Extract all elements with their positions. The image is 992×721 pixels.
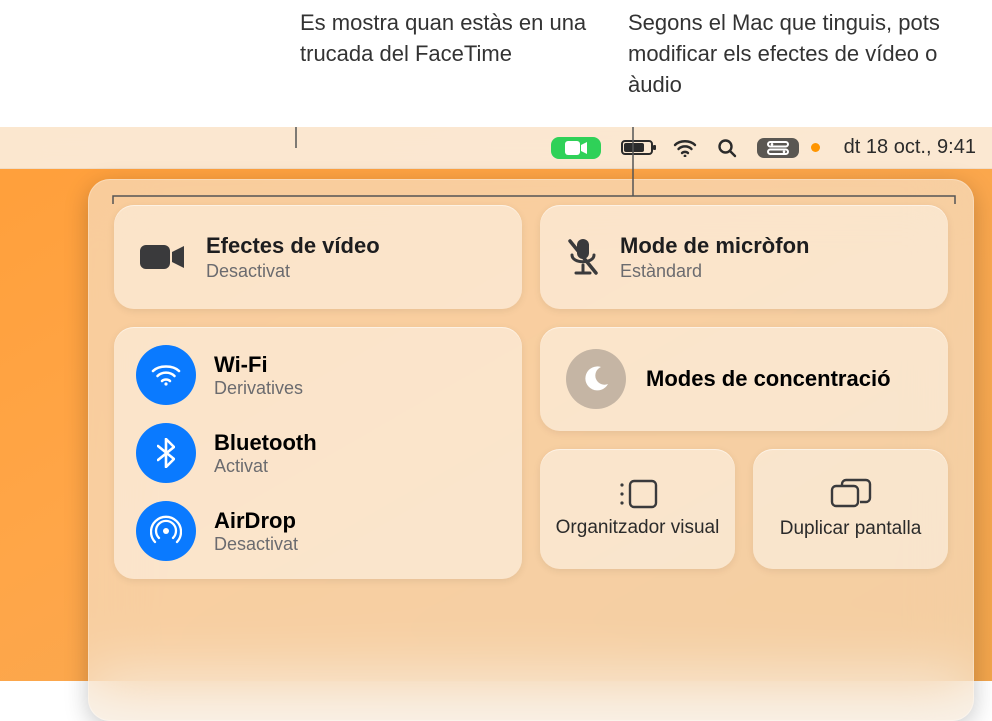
bluetooth-icon [136, 423, 196, 483]
battery-icon [621, 140, 653, 155]
video-effects-title: Efectes de vídeo [206, 233, 380, 259]
screen-mirroring-icon [830, 478, 872, 510]
bluetooth-row[interactable]: Bluetooth Activat [136, 423, 500, 483]
mic-muted-icon [566, 237, 600, 277]
screen-mirroring-tile[interactable]: Duplicar pantalla [753, 449, 948, 569]
wifi-icon [673, 139, 697, 157]
airdrop-status: Desactivat [214, 534, 298, 555]
battery-menubar-item[interactable] [621, 127, 653, 168]
video-camera-icon [140, 242, 186, 272]
control-center-panel: Efectes de vídeo Desactivat Mode de micr… [88, 179, 974, 721]
focus-tile[interactable]: Modes de concentració [540, 327, 948, 431]
mic-mode-status: Estàndard [620, 261, 809, 282]
focus-title: Modes de concentració [646, 366, 891, 392]
facetime-menubar-item[interactable] [551, 127, 601, 168]
wifi-status: Derivatives [214, 378, 303, 399]
airdrop-row[interactable]: AirDrop Desactivat [136, 501, 500, 561]
wifi-icon [136, 345, 196, 405]
wifi-title: Wi-Fi [214, 352, 303, 378]
privacy-indicator-dot [811, 143, 820, 152]
bluetooth-title: Bluetooth [214, 430, 317, 456]
video-effects-tile[interactable]: Efectes de vídeo Desactivat [114, 205, 522, 309]
video-camera-icon [565, 141, 587, 155]
video-effects-status: Desactivat [206, 261, 380, 282]
callout-facetime: Es mostra quan estàs en una trucada del … [300, 8, 630, 70]
search-icon [717, 138, 737, 158]
control-center-icon [767, 141, 789, 155]
wifi-menubar-item[interactable] [673, 127, 697, 168]
menubar-clock[interactable]: dt 18 oct., 9:41 [844, 127, 976, 168]
airdrop-title: AirDrop [214, 508, 298, 534]
callout-effects: Segons el Mac que tinguis, pots modifica… [628, 8, 988, 100]
mic-mode-title: Mode de micròfon [620, 233, 809, 259]
spotlight-menubar-item[interactable] [717, 127, 737, 168]
airdrop-icon [136, 501, 196, 561]
moon-icon [566, 349, 626, 409]
connectivity-tile: Wi-Fi Derivatives Bluetooth Activat [114, 327, 522, 579]
screen-mirroring-label: Duplicar pantalla [780, 518, 922, 540]
menu-bar: dt 18 oct., 9:41 [0, 127, 992, 169]
stage-manager-label: Organitzador visual [556, 517, 720, 539]
wifi-row[interactable]: Wi-Fi Derivatives [136, 345, 500, 405]
stage-manager-icon [618, 479, 658, 509]
bluetooth-status: Activat [214, 456, 317, 477]
control-center-menubar-item[interactable] [757, 127, 799, 168]
mic-mode-tile[interactable]: Mode de micròfon Estàndard [540, 205, 948, 309]
stage-manager-tile[interactable]: Organitzador visual [540, 449, 735, 569]
